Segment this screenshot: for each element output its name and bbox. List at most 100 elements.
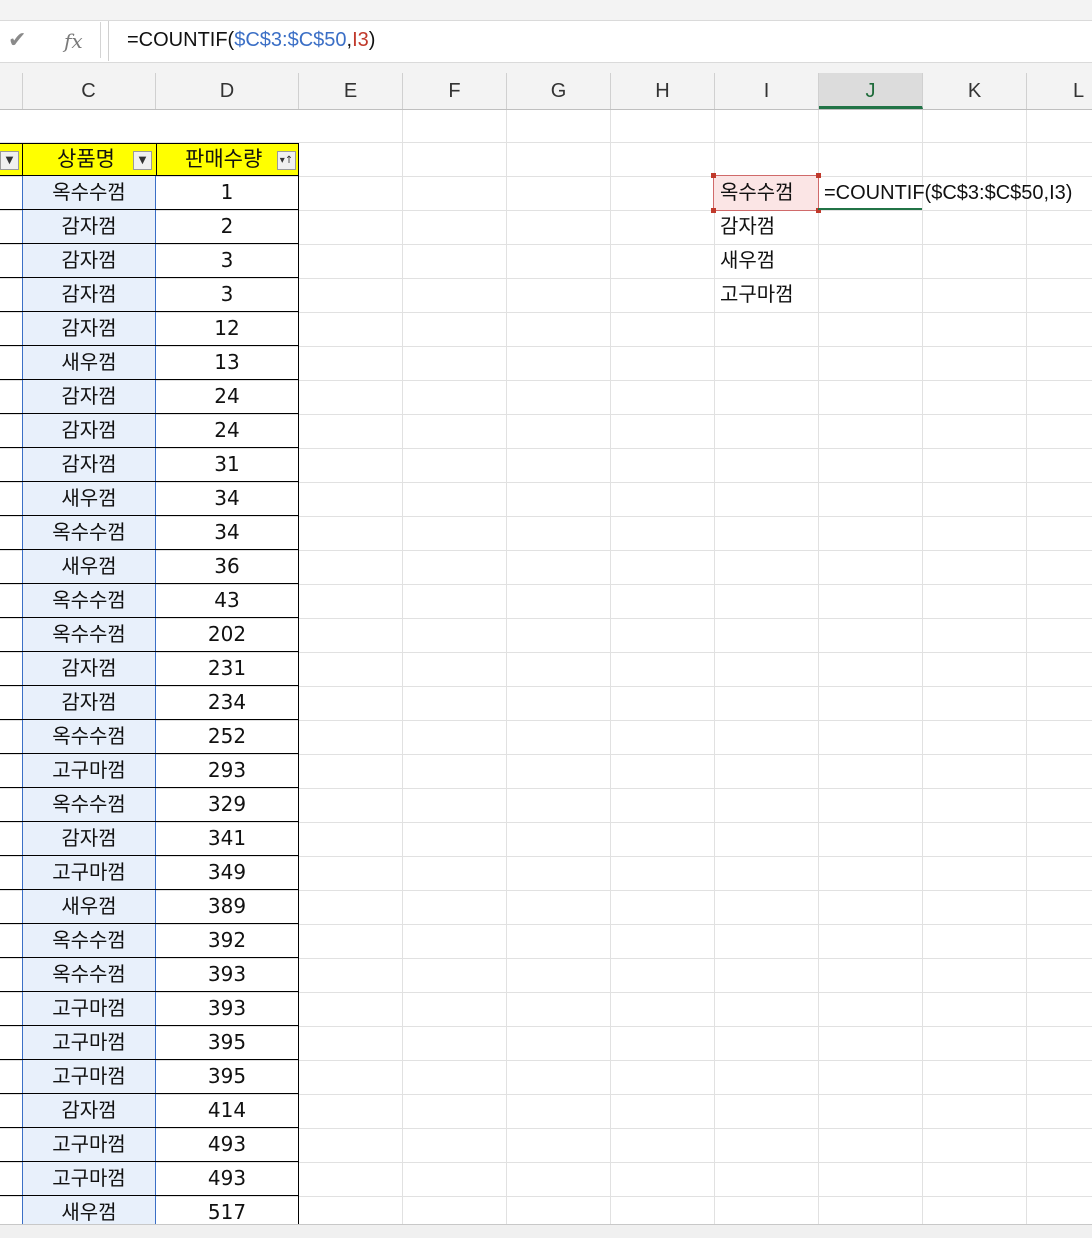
quantity-cell[interactable]: 3 [156, 244, 299, 277]
gridline [506, 110, 507, 1224]
quantity-cell[interactable]: 341 [156, 822, 299, 855]
product-name-cell[interactable]: 옥수수껌 [22, 618, 156, 651]
quantity-cell[interactable]: 393 [156, 958, 299, 991]
quantity-cell[interactable]: 293 [156, 754, 299, 787]
column-header-l[interactable]: L [1027, 73, 1092, 109]
quantity-cell[interactable]: 12 [156, 312, 299, 345]
product-name-cell[interactable]: 감자껌 [22, 244, 156, 277]
product-name-cell[interactable]: 고구마껌 [22, 1162, 156, 1195]
quantity-cell[interactable]: 395 [156, 1026, 299, 1059]
quantity-cell[interactable]: 1 [156, 176, 299, 209]
column-header-g[interactable]: G [507, 73, 611, 109]
editing-formula-text[interactable]: =COUNTIF($C$3:$C$50,I3) [824, 177, 1072, 210]
quantity-cell[interactable]: 395 [156, 1060, 299, 1093]
product-name-cell[interactable]: 새우껌 [22, 890, 156, 923]
check-icon[interactable]: ✔ [8, 28, 26, 54]
product-name-cell[interactable]: 고구마껌 [22, 1026, 156, 1059]
quantity-cell[interactable]: 414 [156, 1094, 299, 1127]
column-header-k[interactable]: K [923, 73, 1027, 109]
quantity-cell[interactable]: 43 [156, 584, 299, 617]
header-cell-b: ▼ [0, 143, 23, 176]
quantity-cell[interactable]: 252 [156, 720, 299, 753]
product-name-cell[interactable]: 감자껌 [22, 652, 156, 685]
range-handle[interactable] [711, 173, 716, 178]
product-name-cell[interactable]: 고구마껌 [22, 856, 156, 889]
product-name-cell[interactable]: 고구마껌 [22, 1060, 156, 1093]
column-header-h[interactable]: H [611, 73, 715, 109]
quantity-cell[interactable]: 493 [156, 1162, 299, 1195]
column-header-row: C D E F G H I J K L [0, 73, 1092, 110]
quantity-cell[interactable]: 329 [156, 788, 299, 821]
range-handle[interactable] [711, 208, 716, 213]
column-header-f[interactable]: F [403, 73, 507, 109]
criteria-cell[interactable]: 감자껌 [720, 210, 775, 243]
quantity-cell[interactable]: 34 [156, 482, 299, 515]
quantity-cell[interactable]: 349 [156, 856, 299, 889]
quantity-cell[interactable]: 31 [156, 448, 299, 481]
quantity-cell[interactable]: 517 [156, 1196, 299, 1224]
column-header-i[interactable]: I [715, 73, 819, 109]
quantity-cell[interactable]: 389 [156, 890, 299, 923]
product-name-cell[interactable]: 감자껌 [22, 686, 156, 719]
sort-filter-icon[interactable]: ▾↑ [277, 151, 296, 170]
header-quantity-label: 판매수량 [185, 147, 263, 171]
product-name-cell[interactable]: 새우껌 [22, 346, 156, 379]
insert-function-icon[interactable]: fx [64, 28, 83, 54]
product-name-cell[interactable]: 감자껌 [22, 210, 156, 243]
quantity-cell[interactable]: 3 [156, 278, 299, 311]
quantity-cell[interactable]: 13 [156, 346, 299, 379]
ribbon-edge [0, 0, 1092, 21]
quantity-cell[interactable]: 393 [156, 992, 299, 1025]
column-header-d[interactable]: D [156, 73, 299, 109]
criteria-cell[interactable]: 새우껌 [720, 244, 775, 277]
product-name-cell[interactable]: 고구마껌 [22, 754, 156, 787]
product-name-cell[interactable]: 옥수수껌 [22, 924, 156, 957]
product-name-cell[interactable]: 옥수수껌 [22, 958, 156, 991]
product-name-cell[interactable]: 옥수수껌 [22, 584, 156, 617]
product-name-cell[interactable]: 감자껌 [22, 312, 156, 345]
gridline [714, 110, 715, 1224]
product-name-cell[interactable]: 새우껌 [22, 550, 156, 583]
column-header-j[interactable]: J [819, 73, 923, 109]
criteria-cell[interactable]: 옥수수껌 [720, 176, 794, 209]
quantity-cell[interactable]: 24 [156, 414, 299, 447]
column-header-e[interactable]: E [299, 73, 403, 109]
product-name-cell[interactable]: 감자껌 [22, 380, 156, 413]
gridline [402, 110, 403, 1224]
product-name-cell[interactable]: 감자껌 [22, 822, 156, 855]
product-name-cell[interactable]: 고구마껌 [22, 1128, 156, 1161]
product-name-cell[interactable]: 감자껌 [22, 1094, 156, 1127]
product-name-cell[interactable]: 고구마껌 [22, 992, 156, 1025]
worksheet-grid[interactable]: ▼ 상품명 ▼ 판매수량 ▾↑ 옥수수껌 감자껌 새우껌 고구마껌 =COUNT… [0, 110, 1092, 1224]
product-name-cell[interactable]: 감자껌 [22, 278, 156, 311]
formula-input[interactable]: =COUNTIF($C$3:$C$50,I3) [108, 21, 1092, 61]
quantity-cell[interactable]: 234 [156, 686, 299, 719]
formula-text[interactable]: =COUNTIF($C$3:$C$50,I3) [127, 28, 375, 52]
product-name-cell[interactable]: 새우껌 [22, 1196, 156, 1224]
formula-prefix: =COUNTIF( [127, 29, 235, 51]
formula-suffix: ) [368, 29, 376, 51]
quantity-cell[interactable]: 24 [156, 380, 299, 413]
gridline [610, 110, 611, 1224]
quantity-cell[interactable]: 493 [156, 1128, 299, 1161]
header-cell-product: 상품명 ▼ [22, 143, 157, 176]
quantity-cell[interactable]: 231 [156, 652, 299, 685]
product-name-cell[interactable]: 감자껌 [22, 448, 156, 481]
gridline [922, 110, 923, 1224]
product-name-cell[interactable]: 옥수수껌 [22, 176, 156, 209]
quantity-cell[interactable]: 36 [156, 550, 299, 583]
column-header-b[interactable] [0, 73, 23, 109]
product-name-cell[interactable]: 옥수수껌 [22, 516, 156, 549]
quantity-cell[interactable]: 392 [156, 924, 299, 957]
column-header-c[interactable]: C [22, 73, 156, 109]
quantity-cell[interactable]: 2 [156, 210, 299, 243]
criteria-cell[interactable]: 고구마껌 [720, 278, 794, 311]
product-name-cell[interactable]: 옥수수껌 [22, 788, 156, 821]
quantity-cell[interactable]: 34 [156, 516, 299, 549]
quantity-cell[interactable]: 202 [156, 618, 299, 651]
filter-dropdown-icon[interactable]: ▼ [133, 151, 152, 170]
filter-dropdown-icon[interactable]: ▼ [0, 151, 19, 170]
product-name-cell[interactable]: 옥수수껌 [22, 720, 156, 753]
product-name-cell[interactable]: 새우껌 [22, 482, 156, 515]
product-name-cell[interactable]: 감자껌 [22, 414, 156, 447]
